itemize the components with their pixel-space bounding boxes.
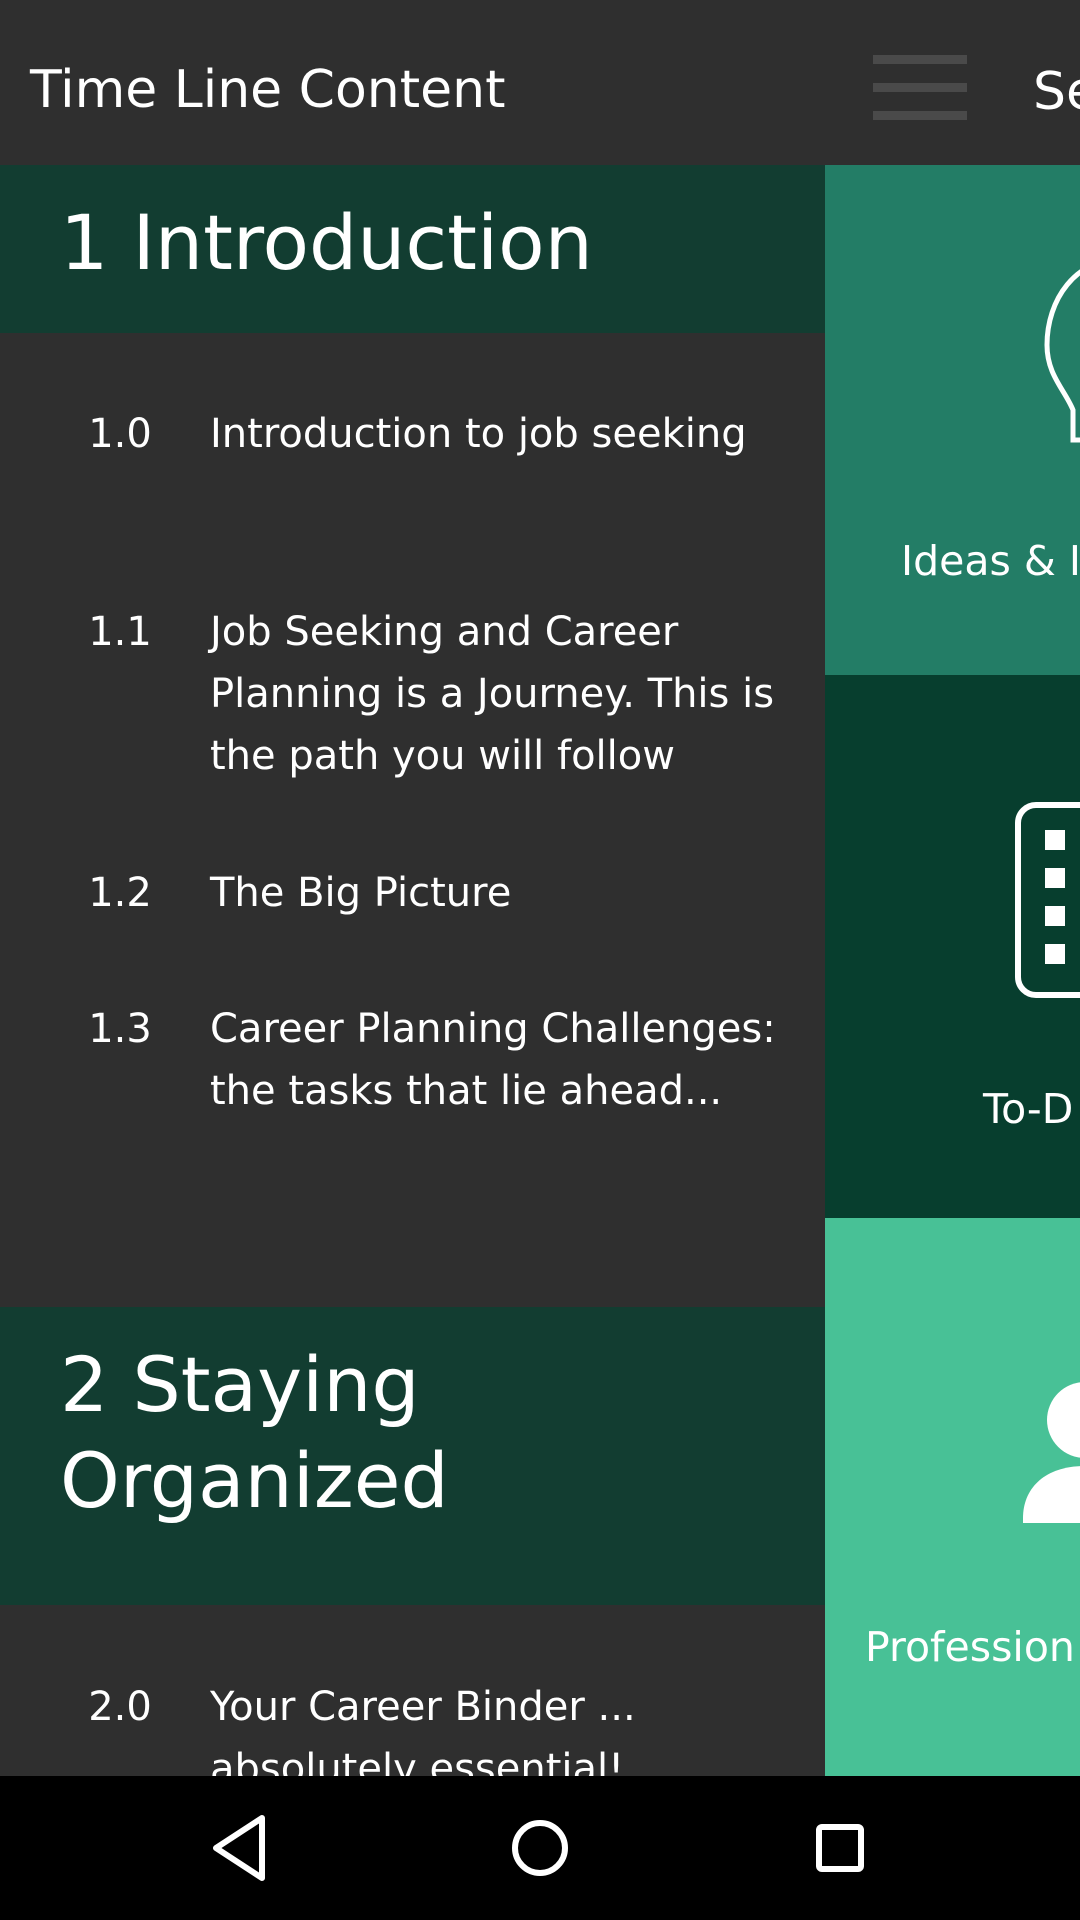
system-nav-bar xyxy=(0,1776,1080,1920)
hamburger-menu-icon[interactable] xyxy=(873,55,967,121)
item-text: Job Seeking and Career Planning is a Jou… xyxy=(210,609,775,779)
drawer-header: Time Line Content xyxy=(0,0,825,165)
tile-ideas-label: Ideas & I xyxy=(901,537,1080,585)
item-number: 2.0 xyxy=(88,1684,152,1730)
item-number: 1.3 xyxy=(88,1006,152,1052)
item-text: The Big Picture xyxy=(210,870,512,916)
list-item[interactable]: 1.0 Introduction to job seeking xyxy=(0,403,825,543)
item-text: Your Career Binder ... absolutely essent… xyxy=(210,1684,636,1776)
section-heading: 1 Introduction xyxy=(60,198,593,287)
tile-todo[interactable]: To-D xyxy=(825,675,1080,1218)
item-number: 1.1 xyxy=(88,609,152,655)
drawer-title: Time Line Content xyxy=(30,60,506,120)
app-bar: Se xyxy=(825,0,1080,165)
item-number: 1.0 xyxy=(88,411,152,457)
item-text: Career Planning Challenges: the tasks th… xyxy=(210,1006,776,1114)
section-header-staying-organized[interactable]: 2 Staying Organized xyxy=(0,1307,825,1605)
recents-square-icon[interactable] xyxy=(798,1806,882,1890)
tile-professional[interactable]: Profession xyxy=(825,1218,1080,1776)
list-item[interactable]: 1.2 The Big Picture xyxy=(0,862,825,942)
back-triangle-icon[interactable] xyxy=(198,1806,282,1890)
item-text: Introduction to job seeking xyxy=(210,411,747,457)
lightbulb-icon xyxy=(1044,269,1080,443)
app-title: Se xyxy=(1033,62,1080,122)
list-item[interactable]: 2.0 Your Career Binder ... absolutely es… xyxy=(0,1676,825,1776)
home-circle-icon[interactable] xyxy=(498,1806,582,1890)
section-header-introduction[interactable]: 1 Introduction xyxy=(0,165,825,333)
list-item[interactable]: 1.1 Job Seeking and Career Planning is a… xyxy=(0,601,825,801)
list-item[interactable]: 1.3 Career Planning Challenges: the task… xyxy=(0,998,825,1198)
tile-ideas[interactable]: Ideas & I xyxy=(825,165,1080,675)
tile-professional-label: Profession xyxy=(865,1623,1075,1671)
item-number: 1.2 xyxy=(88,870,152,916)
background-app: Se Ideas & I To-D Profession xyxy=(825,0,1080,1776)
person-icon xyxy=(1023,1382,1080,1523)
checklist-icon xyxy=(1015,802,1080,998)
section-heading: 2 Staying Organized xyxy=(60,1340,449,1525)
tile-todo-label: To-D xyxy=(983,1085,1074,1133)
timeline-drawer: Time Line Content 1 Introduction 1.0 Int… xyxy=(0,0,825,1776)
